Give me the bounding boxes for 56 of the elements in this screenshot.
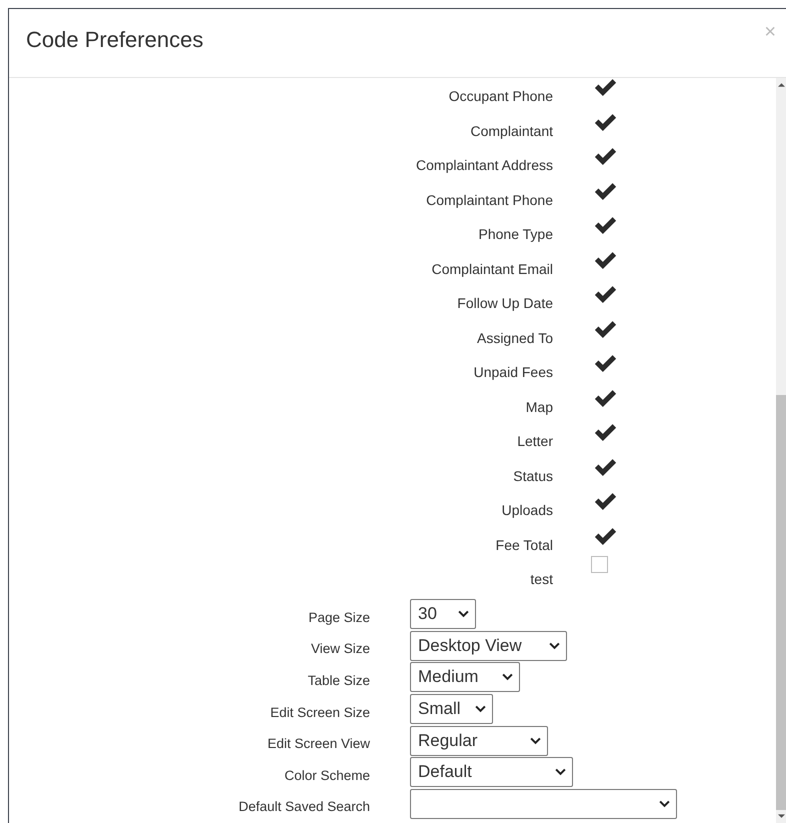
- setting-label: Default Saved Search: [238, 798, 370, 814]
- setting-label: Page Size: [307, 608, 370, 625]
- checkmark-icon[interactable]: [594, 252, 617, 270]
- chevron-down-icon: [530, 736, 541, 745]
- column-label: Map: [524, 398, 553, 414]
- column-label: Letter: [516, 432, 553, 449]
- checkmark-icon[interactable]: [594, 458, 617, 476]
- setting-label: Edit Screen View: [266, 735, 370, 752]
- dropdown-select[interactable]: Medium: [410, 662, 520, 692]
- column-label: Fee Total: [494, 536, 553, 552]
- checkmark-icon[interactable]: [594, 79, 617, 97]
- column-label: Occupant Phone: [448, 87, 553, 104]
- setting-label: Color Scheme: [283, 766, 370, 783]
- checkmark-icon[interactable]: [594, 424, 617, 442]
- scroll-up-icon[interactable]: [778, 82, 784, 87]
- chevron-down-icon: [458, 610, 469, 618]
- chevron-down-icon: [659, 800, 670, 808]
- setting-label: Table Size: [306, 672, 370, 688]
- column-label: Complaintant: [470, 122, 553, 138]
- dropdown-select[interactable]: Small: [410, 694, 493, 724]
- column-label: Unpaid Fees: [472, 363, 553, 380]
- column-label: test: [529, 570, 553, 587]
- column-label: Complaintant Phone: [425, 190, 553, 208]
- checkmark-icon[interactable]: [594, 217, 617, 235]
- checkmark-icon[interactable]: [594, 390, 617, 408]
- checkmark-icon[interactable]: [594, 528, 617, 546]
- checkmark-icon[interactable]: [594, 182, 617, 200]
- column-label: Complaintant Address: [415, 156, 553, 173]
- dropdown-select[interactable]: [410, 788, 677, 819]
- column-label: Assigned To: [476, 328, 553, 346]
- scrollbar[interactable]: [776, 78, 786, 823]
- dialog-title: Code Preferences: [26, 27, 204, 53]
- column-label: Status: [512, 466, 553, 484]
- checkmark-icon[interactable]: [594, 148, 617, 166]
- checkmark-icon[interactable]: [594, 286, 617, 304]
- dropdown-select[interactable]: Default: [410, 757, 573, 788]
- column-label: Phone Type: [478, 225, 553, 242]
- setting-label: View Size: [310, 640, 370, 656]
- checkmark-icon[interactable]: [594, 493, 617, 511]
- chevron-down-icon: [549, 642, 560, 650]
- checkmark-icon[interactable]: [594, 355, 617, 373]
- chevron-down-icon: [555, 768, 566, 776]
- dropdown-select[interactable]: 30: [410, 599, 476, 630]
- setting-label: Edit Screen Size: [269, 704, 370, 720]
- dropdown-select[interactable]: Regular: [410, 726, 548, 756]
- scroll-down-icon[interactable]: [778, 814, 784, 819]
- chevron-down-icon: [475, 705, 486, 714]
- column-label: Complaintant Email: [430, 260, 553, 276]
- checkbox[interactable]: [591, 556, 608, 573]
- column-label: Uploads: [500, 501, 553, 518]
- chevron-down-icon: [502, 673, 513, 682]
- checkmark-icon[interactable]: [594, 320, 617, 338]
- column-label: Follow Up Date: [456, 294, 553, 311]
- dropdown-select[interactable]: Desktop View: [410, 630, 567, 661]
- checkmark-icon[interactable]: [594, 114, 617, 132]
- scrollbar-thumb[interactable]: [776, 395, 786, 810]
